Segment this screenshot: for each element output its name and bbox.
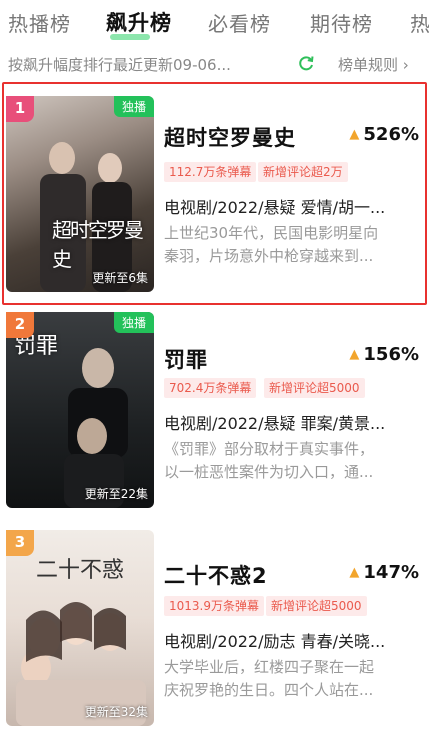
danmaku-tag: 702.4万条弹幕 <box>164 378 257 398</box>
tab-rising[interactable]: 飙升榜 <box>106 7 172 37</box>
poster-image[interactable]: 罚罪 独播 更新至22集 <box>6 312 154 508</box>
show-meta: 电视剧/2022/悬疑 罪案/黄景... <box>164 414 386 433</box>
ranking-subbar: 按飙升幅度排行最近更新09-06... 榜单规则 › <box>0 48 429 80</box>
tab-partial[interactable]: 热 <box>410 8 429 37</box>
rise-percentage: ▲ 156% <box>349 344 419 365</box>
rank-badge: 2 <box>6 312 34 338</box>
tab-must-watch[interactable]: 必看榜 <box>208 8 271 37</box>
show-meta: 电视剧/2022/悬疑 爱情/胡一... <box>164 198 386 217</box>
rise-percentage: ▲ 147% <box>349 562 419 583</box>
danmaku-tag: 1013.9万条弹幕 <box>164 596 264 616</box>
episode-update: 更新至32集 <box>84 705 148 719</box>
rank-badge: 3 <box>6 530 34 556</box>
ranking-tabs: 热播榜 飙升榜 必看榜 期待榜 热 <box>0 0 429 46</box>
rise-percentage: ▲ 526% <box>349 124 419 145</box>
poster-image[interactable]: 二十不惑 更新至32集 <box>6 530 154 726</box>
synopsis-line: 上世纪30年代，民国电影明星向 <box>164 224 379 242</box>
synopsis-line: 大学毕业后，红楼四子聚在一起 <box>164 658 375 676</box>
rise-value: 147% <box>363 562 419 583</box>
tab-anticipated[interactable]: 期待榜 <box>310 8 373 37</box>
ranking-description: 按飙升幅度排行最近更新09-06... <box>8 56 231 74</box>
rise-value: 526% <box>363 124 419 145</box>
synopsis-line: 《罚罪》部分取材于真实事件， <box>164 440 375 458</box>
up-triangle-icon: ▲ <box>349 347 360 362</box>
comments-tag: 新增评论超2万 <box>258 162 348 182</box>
exclusive-badge: 独播 <box>113 312 154 333</box>
show-meta: 电视剧/2022/励志 青春/关晓... <box>164 632 386 651</box>
ranking-item-1[interactable]: 超时空罗曼史 独播 更新至6集 1 超时空罗曼史 ▲ 526% 112.7万条弹幕… <box>0 96 429 306</box>
episode-update: 更新至22集 <box>84 487 148 501</box>
show-synopsis: 《罚罪》部分取材于真实事件， 以一桩恶性案件为切入口，通... <box>164 438 414 484</box>
synopsis-line: 秦羽，片场意外中枪穿越来到... <box>164 247 374 265</box>
ranking-item-2[interactable]: 罚罪 独播 更新至22集 2 罚罪 ▲ 156% 702.4万条弹幕 新增评论超5… <box>0 312 429 522</box>
up-triangle-icon: ▲ <box>349 127 360 142</box>
exclusive-badge: 独播 <box>113 96 154 117</box>
comments-tag: 新增评论超5000 <box>264 378 365 398</box>
rise-value: 156% <box>363 344 419 365</box>
rank-badge: 1 <box>6 96 34 122</box>
tab-hot[interactable]: 热播榜 <box>8 8 71 37</box>
show-title[interactable]: 超时空罗曼史 <box>164 122 296 152</box>
up-triangle-icon: ▲ <box>349 565 360 580</box>
show-title[interactable]: 二十不惑2 <box>164 560 268 590</box>
refresh-icon[interactable] <box>295 54 317 76</box>
ranking-item-3[interactable]: 二十不惑 更新至32集 3 二十不惑2 ▲ 147% 1013.9万条弹幕 新增评… <box>0 530 429 740</box>
poster-title-text: 超时空罗曼史 <box>52 218 144 271</box>
refresh-icon-graphic <box>299 56 314 71</box>
episode-update: 更新至6集 <box>92 271 148 285</box>
show-synopsis: 上世纪30年代，民国电影明星向 秦羽，片场意外中枪穿越来到... <box>164 222 414 268</box>
poster-title-text: 二十不惑 <box>36 558 125 583</box>
synopsis-line: 庆祝罗艳的生日。四个人站在... <box>164 681 374 699</box>
show-title[interactable]: 罚罪 <box>164 344 208 374</box>
poster-image[interactable]: 超时空罗曼史 独播 更新至6集 <box>6 96 154 292</box>
danmaku-tag: 112.7万条弹幕 <box>164 162 257 182</box>
show-synopsis: 大学毕业后，红楼四子聚在一起 庆祝罗艳的生日。四个人站在... <box>164 656 414 702</box>
synopsis-line: 以一桩恶性案件为切入口，通... <box>164 463 374 481</box>
comments-tag: 新增评论超5000 <box>266 596 367 616</box>
ranking-rules-link[interactable]: 榜单规则 › <box>338 54 409 75</box>
